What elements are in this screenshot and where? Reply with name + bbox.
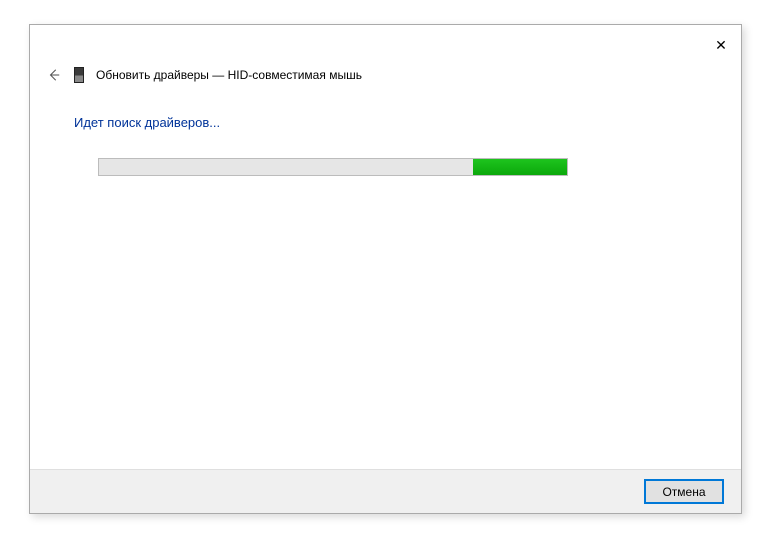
progress-indicator bbox=[473, 159, 567, 175]
update-drivers-dialog: ✕ Обновить драйверы — HID-совместимая мы… bbox=[29, 24, 742, 514]
back-arrow-icon bbox=[47, 68, 61, 82]
dialog-footer: Отмена bbox=[30, 469, 741, 513]
dialog-content: Идет поиск драйверов... bbox=[74, 115, 697, 176]
cancel-button[interactable]: Отмена bbox=[645, 480, 723, 503]
progress-bar bbox=[98, 158, 568, 176]
dialog-header: Обновить драйверы — HID-совместимая мышь bbox=[46, 67, 362, 83]
status-text: Идет поиск драйверов... bbox=[74, 115, 697, 130]
back-button[interactable] bbox=[46, 67, 62, 83]
close-button[interactable]: ✕ bbox=[711, 35, 731, 55]
dialog-title: Обновить драйверы — HID-совместимая мышь bbox=[96, 68, 362, 82]
close-icon: ✕ bbox=[715, 37, 727, 54]
device-icon bbox=[74, 67, 84, 83]
